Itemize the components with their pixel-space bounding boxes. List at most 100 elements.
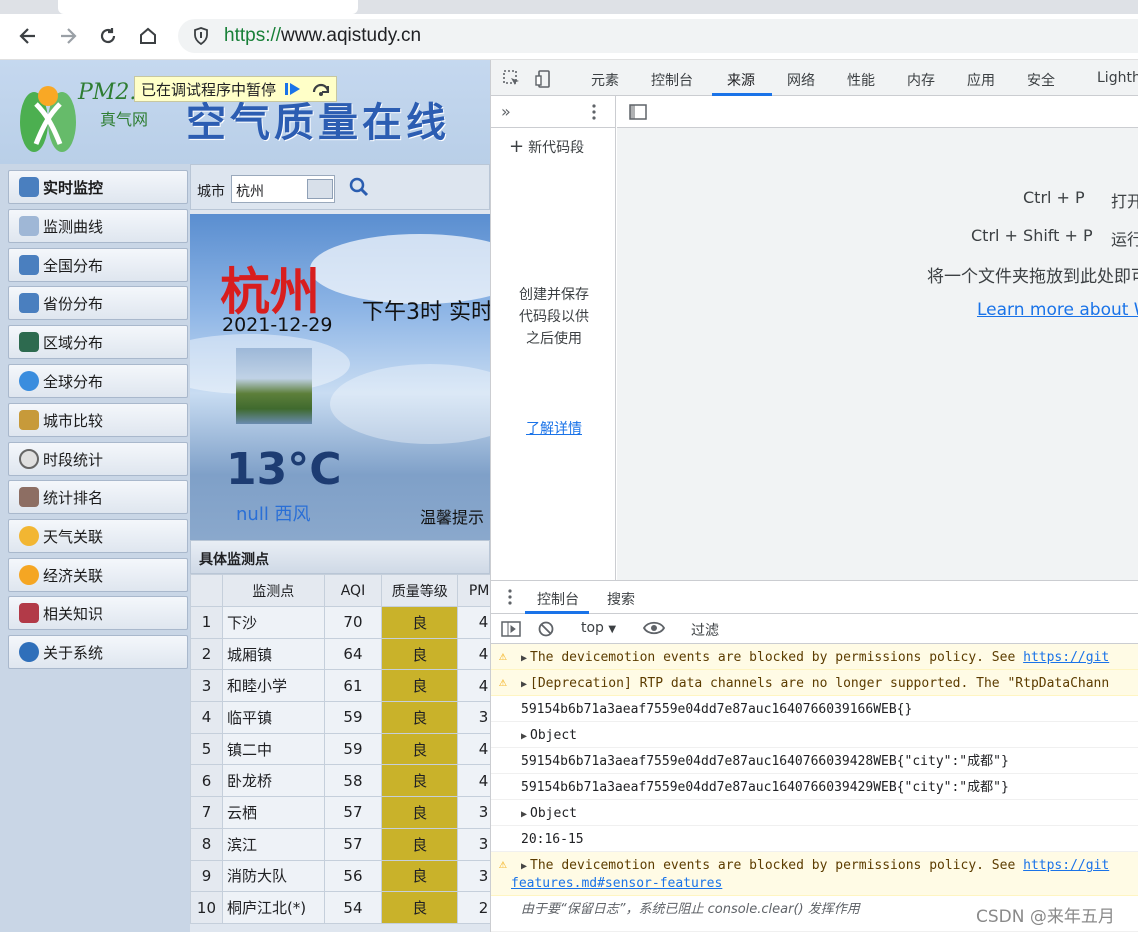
- nav-region[interactable]: 区域分布: [8, 325, 188, 359]
- drop-folder-hint: 将一个文件夹拖放到此处即可: [927, 267, 1138, 287]
- back-icon[interactable]: [14, 22, 42, 50]
- console-filter-input[interactable]: 过滤: [691, 620, 719, 640]
- learn-more-snippets-link[interactable]: 了解详情: [519, 418, 589, 440]
- table-row[interactable]: 4 临平镇 59 良 3: [190, 701, 490, 734]
- nav-realtime[interactable]: 实时监控: [8, 170, 188, 204]
- paused-label: 已在调试程序中暂停: [141, 80, 277, 99]
- learn-more-workspaces-link[interactable]: Learn more about Wo: [977, 300, 1138, 320]
- city-label: 城市: [197, 184, 225, 200]
- tab-network[interactable]: 网络: [787, 70, 815, 90]
- drawer-menu-icon[interactable]: [507, 589, 513, 609]
- new-snippet-button[interactable]: + 新代码段: [509, 136, 584, 157]
- region-icon: [19, 332, 39, 352]
- console-message[interactable]: ▶ Object: [491, 722, 1138, 748]
- table-row[interactable]: 1 下沙 70 良 4: [190, 606, 490, 639]
- message-text: The devicemotion events are blocked by p…: [530, 858, 1024, 873]
- quality-level: 良: [381, 606, 459, 639]
- kebab-menu-icon[interactable]: [591, 104, 601, 120]
- address-bar[interactable]: https://www.aqistudy.cn: [178, 19, 1138, 53]
- expand-icon[interactable]: ▶: [521, 861, 527, 872]
- tab-memory[interactable]: 内存: [907, 70, 935, 90]
- tab-performance[interactable]: 性能: [847, 70, 875, 90]
- aqi-value: 59: [323, 701, 383, 734]
- tab-security[interactable]: 安全: [1027, 70, 1055, 90]
- table-row[interactable]: 6 卧龙桥 58 良 4: [190, 764, 490, 798]
- message-text: 由于要“保留日志”，系统已阻止 console.clear() 发挥作用: [521, 902, 860, 917]
- nav-curve[interactable]: 监测曲线: [8, 209, 188, 243]
- drawer-tab-search[interactable]: 搜索: [607, 589, 635, 609]
- shield-icon[interactable]: [190, 25, 212, 47]
- logo-icon: [20, 86, 76, 152]
- context-selector[interactable]: top ▼: [581, 620, 616, 636]
- console-message: 59154b6b71a3aeaf7559e04dd7e87auc16407660…: [491, 696, 1138, 722]
- browser-toolbar: https://www.aqistudy.cn: [0, 14, 1138, 60]
- nav-about[interactable]: 关于系统: [8, 635, 188, 669]
- message-link[interactable]: https://git: [1023, 858, 1109, 873]
- table-row[interactable]: 7 云栖 57 良 3: [190, 796, 490, 829]
- aqi-value: 64: [323, 637, 383, 671]
- clock-icon: [19, 449, 39, 469]
- tab-console[interactable]: 控制台: [651, 70, 693, 90]
- search-icon[interactable]: [349, 177, 369, 202]
- nav-knowledge[interactable]: 相关知识: [8, 596, 188, 630]
- nav-weather[interactable]: 天气关联: [8, 519, 188, 553]
- nav-global[interactable]: 全球分布: [8, 364, 188, 398]
- nav-label: 统计排名: [43, 488, 104, 507]
- nav-national[interactable]: 全国分布: [8, 248, 188, 282]
- resume-icon[interactable]: [282, 79, 304, 99]
- table-row[interactable]: 10 桐庐江北(*) 54 良 2: [190, 891, 490, 924]
- nav-period[interactable]: 时段统计: [8, 442, 188, 476]
- reload-icon[interactable]: [94, 22, 122, 50]
- col-header[interactable]: 质量等级: [381, 574, 459, 607]
- nav-province[interactable]: 省份分布: [8, 286, 188, 320]
- tab-strip: [0, 0, 1138, 14]
- nav-ranking[interactable]: 统计排名: [8, 480, 188, 514]
- clear-console-icon[interactable]: [538, 621, 554, 641]
- row-index: 1: [190, 606, 223, 639]
- expand-icon[interactable]: ▶: [521, 653, 527, 664]
- tab-sources[interactable]: 来源: [727, 70, 755, 90]
- quality-level: 良: [381, 891, 459, 924]
- table-row[interactable]: 9 消防大队 56 良 3: [190, 859, 490, 893]
- table-row[interactable]: 3 和睦小学 61 良 4: [190, 669, 490, 703]
- message-link[interactable]: https://git: [1023, 650, 1109, 665]
- col-header[interactable]: 监测点: [221, 574, 325, 607]
- expand-icon[interactable]: ▶: [521, 679, 527, 690]
- message-text: 59154b6b71a3aeaf7559e04dd7e87auc16407660…: [521, 754, 1009, 769]
- col-header[interactable]: AQI: [323, 574, 383, 607]
- expand-icon[interactable]: ▶: [521, 731, 527, 742]
- coin-icon: [19, 565, 39, 585]
- pm25-value: 2: [457, 891, 490, 924]
- tab-application[interactable]: 应用: [967, 70, 995, 90]
- tab-elements[interactable]: 元素: [591, 70, 619, 90]
- home-icon[interactable]: [134, 22, 162, 50]
- inspect-icon[interactable]: [501, 68, 523, 90]
- table-row[interactable]: 2 城厢镇 64 良 4: [190, 637, 490, 671]
- more-tabs-icon[interactable]: »: [501, 102, 511, 121]
- tab-lighthouse[interactable]: Lighth: [1097, 70, 1138, 86]
- device-toolbar-icon[interactable]: [533, 68, 555, 90]
- message-link-continued[interactable]: features.md#sensor-features: [511, 875, 1138, 892]
- console-warning: ⚠ ▶ The devicemotion events are blocked by…: [491, 644, 1138, 670]
- nav-compare[interactable]: 城市比较: [8, 403, 188, 437]
- nav-label: 区域分布: [43, 333, 104, 352]
- map-icon: [19, 293, 39, 313]
- toggle-navigator-icon[interactable]: [629, 104, 647, 124]
- message-text: [Deprecation] RTP data channels are no l…: [530, 676, 1110, 691]
- forward-icon[interactable]: [54, 22, 82, 50]
- calendar-icon[interactable]: [307, 179, 333, 199]
- sidebar-toggle-icon[interactable]: [501, 621, 521, 641]
- editor-area: Ctrl + P 打开 Ctrl + Shift + P 运行 将一个文件夹拖放…: [617, 96, 1138, 580]
- live-expression-icon[interactable]: [642, 620, 666, 640]
- col-header[interactable]: PM2: [457, 574, 490, 607]
- expand-icon[interactable]: ▶: [521, 809, 527, 820]
- table-row[interactable]: 8 滨江 57 良 3: [190, 827, 490, 861]
- console-message: 59154b6b71a3aeaf7559e04dd7e87auc16407660…: [491, 774, 1138, 800]
- city-photo: [236, 348, 312, 424]
- drawer-tab-console[interactable]: 控制台: [537, 589, 579, 609]
- console-message[interactable]: ▶ Object: [491, 800, 1138, 826]
- active-tab[interactable]: [58, 0, 358, 14]
- table-row[interactable]: 5 镇二中 59 良 4: [190, 732, 490, 766]
- step-over-icon[interactable]: [310, 79, 332, 99]
- nav-economy[interactable]: 经济关联: [8, 558, 188, 592]
